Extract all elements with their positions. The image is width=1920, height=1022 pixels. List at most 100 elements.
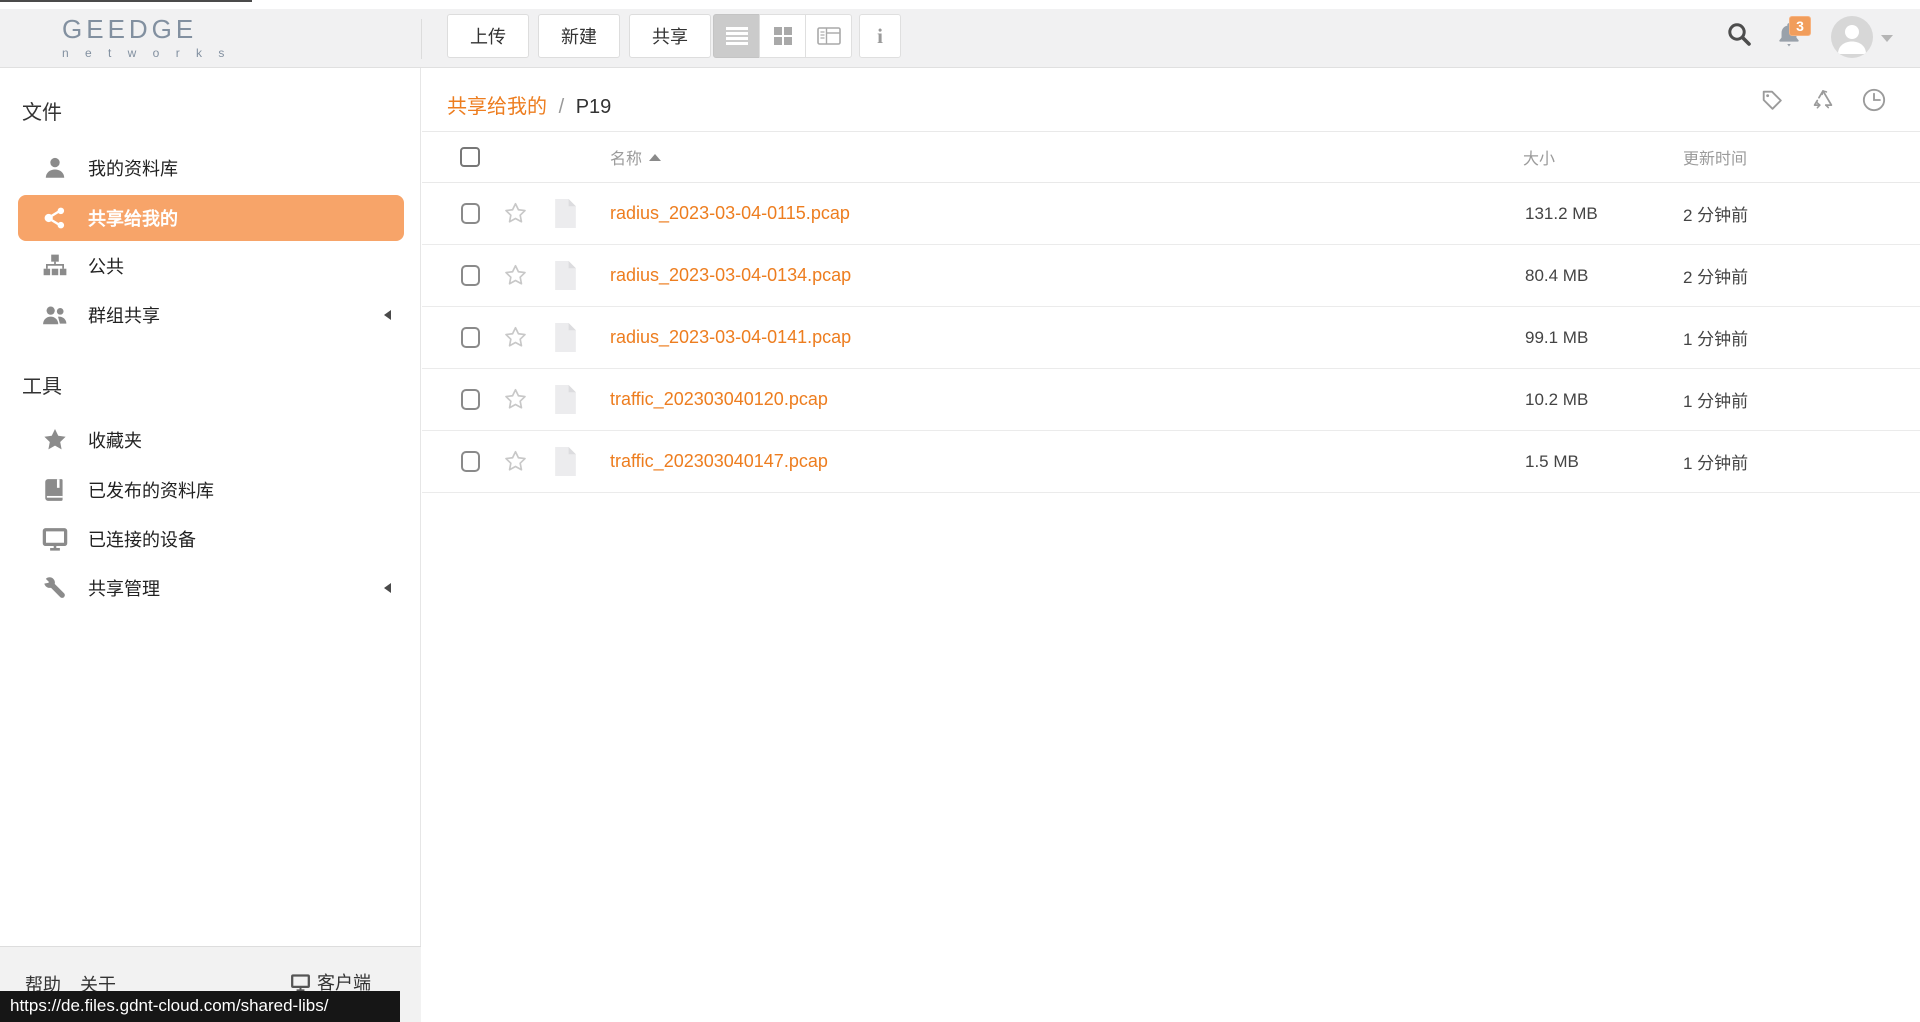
- file-size: 10.2 MB: [1525, 389, 1589, 409]
- header-divider: [421, 19, 422, 59]
- column-header-updated[interactable]: 更新时间: [1683, 145, 1920, 169]
- name-column-label: 名称: [610, 151, 643, 168]
- sidebar-item-connected-devices[interactable]: 已连接的设备: [0, 515, 421, 563]
- file-updated: 1 分钟前: [1683, 330, 1749, 349]
- grid-view-button[interactable]: [759, 14, 806, 58]
- file-icon: [537, 384, 593, 415]
- sidebar-item-my-libraries[interactable]: 我的资料库: [0, 144, 421, 192]
- info-icon: i: [877, 23, 883, 48]
- section-title-files: 文件: [22, 102, 62, 124]
- notification-count-badge[interactable]: 3: [1789, 16, 1811, 36]
- sidebar-item-label: 收藏夹: [88, 431, 142, 451]
- file-icon: [537, 446, 593, 477]
- file-icon: [537, 198, 593, 229]
- detail-view-icon: [816, 27, 841, 45]
- search-icon: [1728, 23, 1751, 46]
- star-outline-icon: [504, 450, 526, 471]
- star-toggle[interactable]: [493, 325, 537, 350]
- file-table: 名称 大小 更新时间 radius_2023-03-04-0115.pcap 1…: [422, 131, 1920, 493]
- share-nodes-icon: [42, 205, 68, 231]
- table-row[interactable]: radius_2023-03-04-0134.pcap 80.4 MB 2 分钟…: [422, 245, 1920, 307]
- avatar-person-icon: [1838, 25, 1866, 54]
- recycle-bin-button[interactable]: [1809, 86, 1837, 114]
- logo-line1: GEEDGE: [62, 14, 198, 44]
- upload-button[interactable]: 上传: [447, 14, 529, 58]
- file-link[interactable]: radius_2023-03-04-0115.pcap: [593, 203, 1523, 224]
- logo-line2: n e t w o r k s: [62, 46, 231, 60]
- geedge-logo: GEEDGE n e t w o r k s: [62, 16, 231, 59]
- sidebar-item-favorites[interactable]: 收藏夹: [0, 416, 421, 464]
- status-url-bar: https://de.files.gdnt-cloud.com/shared-l…: [0, 991, 400, 1022]
- search-button[interactable]: [1726, 21, 1753, 53]
- star-toggle[interactable]: [493, 201, 537, 226]
- row-checkbox[interactable]: [460, 451, 480, 472]
- tag-icon: [1762, 90, 1782, 110]
- window-top-strip: [0, 0, 1920, 9]
- sidebar-item-published-libraries[interactable]: 已发布的资料库: [0, 466, 421, 514]
- select-all-checkbox[interactable]: [460, 147, 480, 167]
- file-link[interactable]: radius_2023-03-04-0141.pcap: [593, 327, 1523, 348]
- column-header-name[interactable]: 名称: [593, 145, 1523, 169]
- history-button[interactable]: [1860, 86, 1888, 114]
- list-view-icon: [725, 27, 748, 45]
- view-mode-switch: [713, 14, 852, 58]
- file-link[interactable]: traffic_202303040147.pcap: [593, 451, 1523, 472]
- sidebar-item-label: 我的资料库: [88, 159, 178, 179]
- breadcrumb: 共享给我的 / P19: [447, 90, 611, 119]
- sidebar-item-label: 已连接的设备: [88, 530, 196, 550]
- tag-button[interactable]: [1758, 86, 1786, 114]
- file-icon: [537, 322, 593, 353]
- file-link[interactable]: traffic_202303040120.pcap: [593, 389, 1523, 410]
- file-icon: [537, 260, 593, 291]
- star-outline-icon: [504, 326, 526, 347]
- sidebar-item-share-admin[interactable]: 共享管理: [0, 564, 421, 612]
- table-row[interactable]: radius_2023-03-04-0115.pcap 131.2 MB 2 分…: [422, 183, 1920, 245]
- sidebar-item-label: 共享管理: [88, 579, 160, 599]
- row-checkbox[interactable]: [460, 203, 480, 224]
- row-checkbox[interactable]: [460, 265, 480, 286]
- file-link[interactable]: radius_2023-03-04-0134.pcap: [593, 265, 1523, 286]
- chevron-down-icon[interactable]: [1881, 35, 1893, 42]
- table-row[interactable]: radius_2023-03-04-0141.pcap 99.1 MB 1 分钟…: [422, 307, 1920, 369]
- collapse-caret-icon[interactable]: [384, 310, 391, 320]
- breadcrumb-parent-link[interactable]: 共享给我的: [447, 96, 547, 118]
- sidebar: 文件 我的资料库 共享给我的 公共 群组共享 工具 收藏夹 已发布的资料库 已连…: [0, 68, 421, 1022]
- avatar[interactable]: [1831, 16, 1873, 58]
- grid-view-icon: [773, 27, 792, 45]
- file-updated: 2 分钟前: [1683, 268, 1749, 287]
- column-header-size[interactable]: 大小: [1523, 145, 1683, 169]
- sidebar-item-public[interactable]: 公共: [0, 242, 421, 290]
- share-button[interactable]: 共享: [629, 14, 711, 58]
- organization-icon: [42, 253, 68, 279]
- list-view-button[interactable]: [713, 14, 760, 58]
- star-toggle[interactable]: [493, 387, 537, 412]
- file-size: 131.2 MB: [1525, 203, 1598, 223]
- breadcrumb-separator: /: [558, 96, 565, 118]
- file-updated: 1 分钟前: [1683, 454, 1749, 473]
- star-outline-icon: [504, 388, 526, 409]
- sidebar-item-shared-with-me[interactable]: 共享给我的: [18, 195, 404, 241]
- table-row[interactable]: traffic_202303040120.pcap 10.2 MB 1 分钟前: [422, 369, 1920, 431]
- app-header: GEEDGE n e t w o r k s 上传 新建 共享 i 3: [0, 9, 1920, 68]
- collapse-caret-icon[interactable]: [384, 583, 391, 593]
- new-button[interactable]: 新建: [538, 14, 620, 58]
- sidebar-item-label: 已发布的资料库: [88, 481, 214, 501]
- recycle-icon: [1813, 90, 1833, 109]
- file-updated: 2 分钟前: [1683, 206, 1749, 225]
- detail-view-button[interactable]: [805, 14, 852, 58]
- monitor-icon: [42, 526, 68, 552]
- star-toggle[interactable]: [493, 449, 537, 474]
- row-checkbox[interactable]: [460, 327, 480, 348]
- row-checkbox[interactable]: [460, 389, 480, 410]
- section-title-tools: 工具: [22, 376, 62, 398]
- sidebar-item-group-shares[interactable]: 群组共享: [0, 291, 421, 339]
- info-button[interactable]: i: [859, 14, 901, 58]
- table-row[interactable]: traffic_202303040147.pcap 1.5 MB 1 分钟前: [422, 431, 1920, 493]
- file-size: 1.5 MB: [1525, 451, 1579, 471]
- history-clock-icon: [1862, 88, 1886, 112]
- table-header-row: 名称 大小 更新时间: [422, 131, 1920, 183]
- client-monitor-icon: [291, 973, 310, 991]
- star-outline-icon: [504, 202, 526, 223]
- star-toggle[interactable]: [493, 263, 537, 288]
- star-icon: [42, 427, 68, 453]
